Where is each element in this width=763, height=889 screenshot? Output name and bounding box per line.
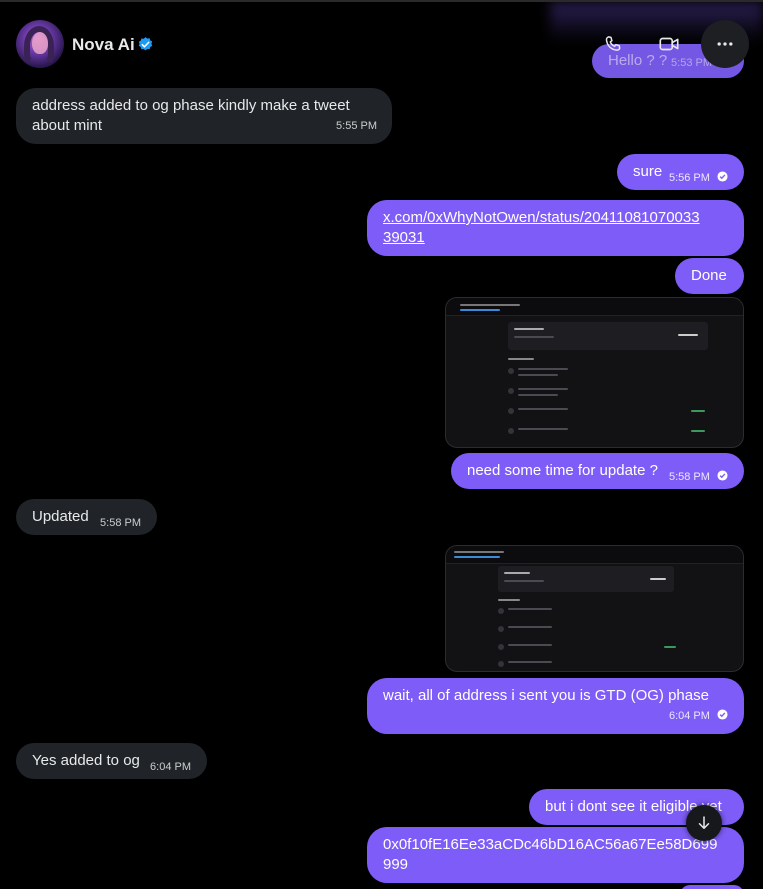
- message-text: Updated: [32, 508, 89, 525]
- message-text: address added to og phase kindly make a …: [32, 97, 350, 114]
- message-time: 5:56 PM: [668, 172, 710, 184]
- read-check-icon: [717, 470, 728, 481]
- call-button[interactable]: [589, 20, 637, 68]
- screenshot-icon: [508, 428, 514, 434]
- screenshot-toolbar: [446, 546, 743, 564]
- screenshot-icon: [508, 368, 514, 374]
- message-bubble-outgoing[interactable]: x.com/0xWhyNotOwen/status/20411081070033…: [367, 200, 744, 256]
- image-attachment[interactable]: [445, 545, 744, 672]
- phone-icon: [605, 36, 621, 51]
- message-time: 5:55 PM: [336, 120, 377, 132]
- screenshot-text: [460, 304, 520, 306]
- message-text: Done: [691, 267, 727, 284]
- message-time-group: 5:58 PM: [669, 467, 728, 487]
- message-text: sure: [633, 163, 663, 180]
- scroll-to-bottom-button[interactable]: [686, 805, 722, 841]
- chat-window: Hello ? ? 5:53 PM Nova Ai address added …: [0, 0, 763, 889]
- header-actions: [589, 20, 749, 68]
- message-time-group: 6:04 PM: [669, 706, 728, 726]
- message-bubble-outgoing[interactable]: wait, all of address i sent you is GTD (…: [367, 678, 744, 734]
- screenshot-icon: [498, 644, 504, 650]
- screenshot-text: [514, 328, 544, 330]
- screenshot-icon: [498, 626, 504, 632]
- screenshot-text: [508, 644, 552, 646]
- message-text: need some time for update ?: [467, 462, 658, 479]
- screenshot-toolbar: [446, 298, 743, 316]
- screenshot-text: [498, 599, 520, 601]
- screenshot-text: [691, 410, 705, 412]
- verified-badge-icon: [138, 37, 153, 51]
- screenshot-text: [508, 661, 552, 663]
- screenshot-text: [504, 572, 530, 574]
- message-bubble-incoming[interactable]: address added to og phase kindly make a …: [16, 88, 392, 144]
- message-text: Yes added to og: [32, 752, 140, 769]
- message-time: 5:58 PM: [668, 471, 710, 483]
- screenshot-text: [691, 430, 705, 432]
- screenshot-text: [514, 336, 554, 338]
- message-time: 6:04 PM: [150, 761, 191, 773]
- screenshot-text: [518, 368, 568, 370]
- screenshot-text: [518, 428, 568, 430]
- screenshot-text: [664, 646, 676, 648]
- screenshot-text: [650, 578, 666, 580]
- screenshot-icon: [498, 661, 504, 667]
- image-attachment[interactable]: [445, 297, 744, 448]
- message-link[interactable]: 39031: [383, 228, 728, 248]
- screenshot-text: [508, 626, 552, 628]
- avatar-face: [32, 32, 48, 54]
- screenshot-text: [508, 358, 534, 360]
- screenshot-text: [678, 334, 698, 336]
- message-bubble-outgoing[interactable]: sure 5:56 PM: [617, 154, 744, 190]
- screenshot-text: [504, 580, 544, 582]
- message-bubble-outgoing[interactable]: 0x0f10fE16Ee33aCDc46bD16AC56a67Ee58D699 …: [367, 827, 744, 883]
- avatar[interactable]: [16, 20, 64, 68]
- message-text: wait, all of address i sent you is GTD (…: [383, 687, 709, 704]
- message-bubble-incoming[interactable]: Yes added to og 6:04 PM: [16, 743, 207, 779]
- screenshot-text: [518, 374, 558, 376]
- message-text: 999: [383, 856, 409, 873]
- screenshot-icon: [508, 408, 514, 414]
- message-text: about mint: [32, 117, 103, 134]
- read-check-icon: [717, 709, 728, 720]
- arrow-down-icon: [698, 816, 710, 829]
- screenshot-text: [454, 556, 500, 558]
- screenshot-text: [508, 608, 552, 610]
- contact-name[interactable]: Nova Ai: [72, 35, 135, 55]
- message-bubble-partial: [680, 885, 744, 889]
- screenshot-icon: [498, 608, 504, 614]
- screenshot-icon: [508, 388, 514, 394]
- message-bubble-outgoing[interactable]: need some time for update ? 5:58 PM: [451, 453, 744, 489]
- read-check-icon: [717, 171, 728, 182]
- message-time: 6:04 PM: [668, 710, 710, 722]
- screenshot-text: [460, 309, 500, 311]
- message-time: 5:58 PM: [100, 517, 141, 529]
- screenshot-text: [454, 551, 504, 553]
- message-time-group: 5:56 PM: [669, 168, 728, 188]
- screenshot-text: [518, 394, 558, 396]
- screenshot-text: [518, 408, 568, 410]
- more-horizontal-icon: [717, 42, 733, 46]
- screenshot-card: [498, 566, 674, 592]
- message-bubble-outgoing[interactable]: Done: [675, 258, 744, 294]
- message-link[interactable]: x.com/0xWhyNotOwen/status/20411081070033: [383, 208, 728, 228]
- video-camera-icon: [659, 37, 679, 51]
- video-call-button[interactable]: [645, 20, 693, 68]
- screenshot-text: [518, 388, 568, 390]
- message-text: 0x0f10fE16Ee33aCDc46bD16AC56a67Ee58D699: [383, 836, 718, 853]
- message-bubble-incoming[interactable]: Updated 5:58 PM: [16, 499, 157, 535]
- more-options-button[interactable]: [701, 20, 749, 68]
